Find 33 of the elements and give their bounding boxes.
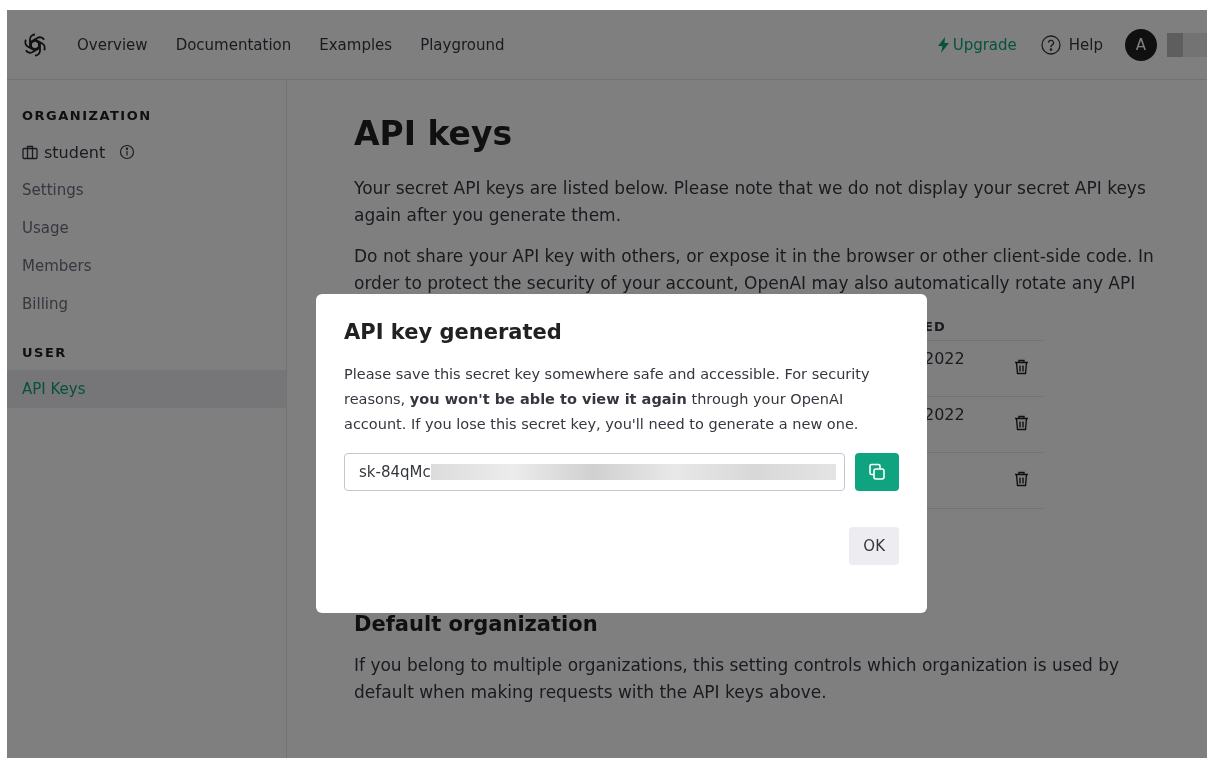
section-heading: ORGANIZATION [21,108,153,123]
ok-button[interactable]: OK [849,527,899,565]
nav-link[interactable]: Playground [420,35,505,54]
api-key-field[interactable]: sk-84qMc [344,453,845,491]
nav-link[interactable]: Examples [319,35,393,54]
help-link[interactable]: Help [1040,34,1103,55]
nav-link[interactable]: Overview [77,35,148,54]
user-avatar[interactable]: A [1125,28,1157,61]
copy-button[interactable] [855,453,899,491]
lightning-icon [937,36,949,53]
trash-icon[interactable] [1014,415,1029,431]
briefcase-icon [22,144,38,160]
sidebar-item[interactable]: Members [7,247,286,285]
organization-selector[interactable]: student [7,133,286,171]
section-title: Default organization [354,612,599,636]
page-title: API keys [354,114,514,153]
trash-icon[interactable] [1014,471,1029,487]
help-icon [1040,34,1061,55]
section-heading: USER [21,345,68,360]
nav-link[interactable]: Documentation [175,35,292,54]
info-icon [119,144,136,160]
copy-icon [868,463,886,481]
dialog-text: Please save this secret key somewhere safe and accessible. For security reasons, you won't be able to view it again through your OpenAI account. If you lose this secret key, you'll need to generate a new one. [344,365,871,434]
sidebar-item[interactable]: Usage [7,209,286,247]
sidebar-item[interactable]: Billing [7,285,286,323]
sidebar-item[interactable]: Settings [7,171,286,209]
section-text: If you belong to multiple organizations, this setting controls which organization is used by default when making requests with the API keys above. [354,654,1121,704]
description-text: Do not share your API key with others, or expose it in the browser or other client-side code. In order to protect the security of your account, OpenAI may also automatically rotate any API [354,245,1155,295]
dialog-title: API key generated [344,320,563,344]
trash-icon[interactable] [1014,359,1029,375]
description-text: Your secret API keys are listed below. Please note that we do not display your secret API keys again after you generate them. [354,177,1147,227]
upgrade-link[interactable]: Upgrade [937,35,1017,54]
redaction-bar [1167,32,1207,57]
